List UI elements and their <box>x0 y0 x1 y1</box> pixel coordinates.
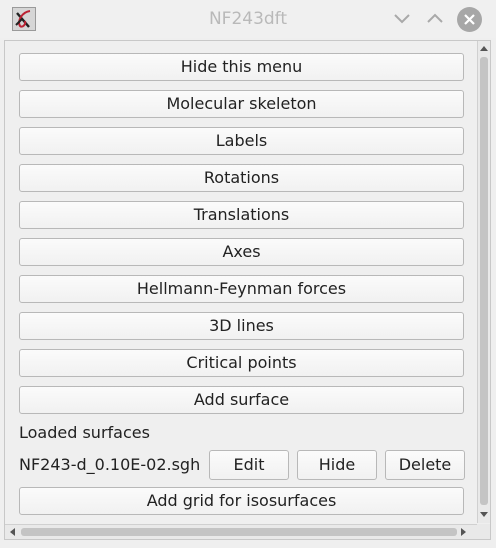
title-bar[interactable]: NF243dft <box>0 0 496 38</box>
horizontal-scroll-thumb[interactable] <box>21 528 457 536</box>
loaded-surfaces-label: Loaded surfaces <box>19 423 150 442</box>
chevron-up-icon <box>427 13 443 23</box>
rotations-button[interactable]: Rotations <box>19 164 464 192</box>
vertical-scroll-thumb[interactable] <box>480 57 488 505</box>
vertical-scrollbar[interactable] <box>477 41 490 523</box>
horizontal-scrollbar[interactable] <box>5 524 477 539</box>
hide-surface-button[interactable]: Hide <box>297 450 377 480</box>
add-grid-button[interactable]: Add grid for isosurfaces <box>19 487 464 515</box>
chevron-down-icon <box>394 14 410 24</box>
close-button[interactable] <box>457 7 482 32</box>
menu-panel: Hide this menu Molecular skeleton Labels… <box>4 40 491 540</box>
3d-lines-button[interactable]: 3D lines <box>19 312 464 340</box>
axes-button[interactable]: Axes <box>19 238 464 266</box>
add-surface-button[interactable]: Add surface <box>19 386 464 414</box>
translations-button[interactable]: Translations <box>19 201 464 229</box>
hide-menu-button[interactable]: Hide this menu <box>19 53 464 81</box>
maximize-button[interactable] <box>423 8 447 30</box>
app-window: NF243dft Hide this menu Molecular skelet… <box>0 0 496 548</box>
delete-surface-button[interactable]: Delete <box>385 450 465 480</box>
scrollbar-corner <box>477 524 490 539</box>
window-title: NF243dft <box>208 9 288 29</box>
molecular-skeleton-button[interactable]: Molecular skeleton <box>19 90 464 118</box>
critical-points-button[interactable]: Critical points <box>19 349 464 377</box>
scroll-up-arrow-icon[interactable] <box>480 46 488 51</box>
molden-app-icon[interactable] <box>12 7 36 31</box>
close-icon <box>464 14 475 25</box>
scroll-right-arrow-icon[interactable] <box>461 528 466 536</box>
scroll-down-arrow-icon[interactable] <box>480 512 488 517</box>
surface-name: NF243-d_0.10E-02.sgh <box>19 455 201 474</box>
labels-button[interactable]: Labels <box>19 127 464 155</box>
surface-row: NF243-d_0.10E-02.sgh Edit Hide Delete <box>19 450 465 480</box>
minimize-button[interactable] <box>390 8 414 30</box>
hellmann-feynman-forces-button[interactable]: Hellmann-Feynman forces <box>19 275 464 303</box>
scroll-left-arrow-icon[interactable] <box>10 528 15 536</box>
edit-surface-button[interactable]: Edit <box>209 450 289 480</box>
